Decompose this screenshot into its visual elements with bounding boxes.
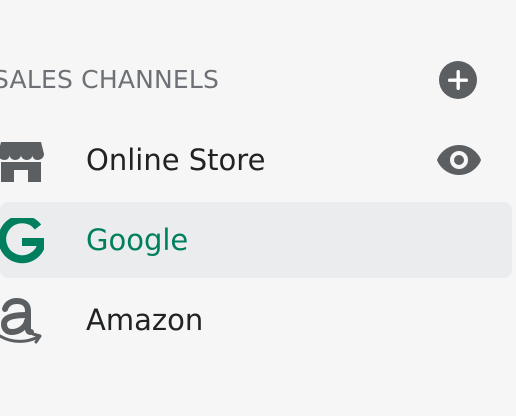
sidebar-item-google[interactable]: Google (0, 202, 512, 278)
sidebar-item-amazon[interactable]: Amazon (0, 282, 512, 358)
sidebar-item-label: Google (86, 223, 189, 257)
sidebar-item-online-store[interactable]: Online Store (0, 122, 512, 198)
sidebar-item-label: Amazon (86, 303, 204, 337)
plus-circle-icon (439, 61, 477, 99)
view-online-store-button[interactable] (436, 143, 482, 177)
eye-icon (437, 145, 481, 175)
section-title: SALES CHANNELS (0, 65, 220, 94)
sidebar-item-label: Online Store (86, 143, 266, 177)
google-icon (0, 218, 44, 264)
sales-channels-panel: SALES CHANNELS Online Store Google Amazo… (0, 0, 516, 416)
amazon-icon (0, 298, 42, 344)
storefront-icon (0, 142, 44, 182)
add-sales-channel-button[interactable] (438, 60, 478, 100)
sales-channels-header: SALES CHANNELS (0, 56, 516, 104)
